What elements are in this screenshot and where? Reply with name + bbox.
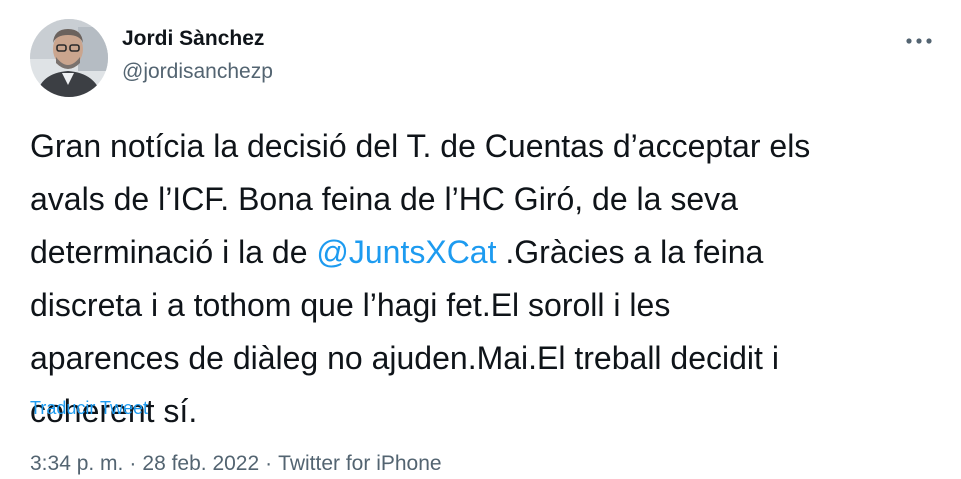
more-horizontal-icon [906, 38, 932, 44]
meta-separator: · [265, 452, 273, 475]
tweet-source: Twitter for iPhone [278, 452, 442, 475]
tweet-time[interactable]: 3:34 p. m. [30, 452, 123, 475]
tweet-meta: 3:34 p. m. · 28 feb. 2022 · Twitter for iPho… [30, 452, 442, 476]
tweet-text: Gran notícia la decisió del T. de Cuenta… [30, 120, 942, 438]
meta-separator: · [129, 452, 137, 475]
author-display-name[interactable]: Jordi Sànchez [122, 27, 264, 51]
translate-tweet-link[interactable]: Traducir Tweet [30, 398, 148, 419]
author-handle[interactable]: @jordisanchezp [122, 60, 273, 84]
tweet-date[interactable]: 28 feb. 2022 [142, 452, 259, 475]
tweet-card: Jordi Sànchez @jordisanchezp Gran notíci… [0, 0, 961, 479]
profile-photo-icon [30, 19, 108, 97]
mention-link[interactable]: @JuntsXCat [316, 234, 496, 270]
avatar[interactable] [30, 19, 108, 97]
more-options-button[interactable] [897, 26, 941, 58]
